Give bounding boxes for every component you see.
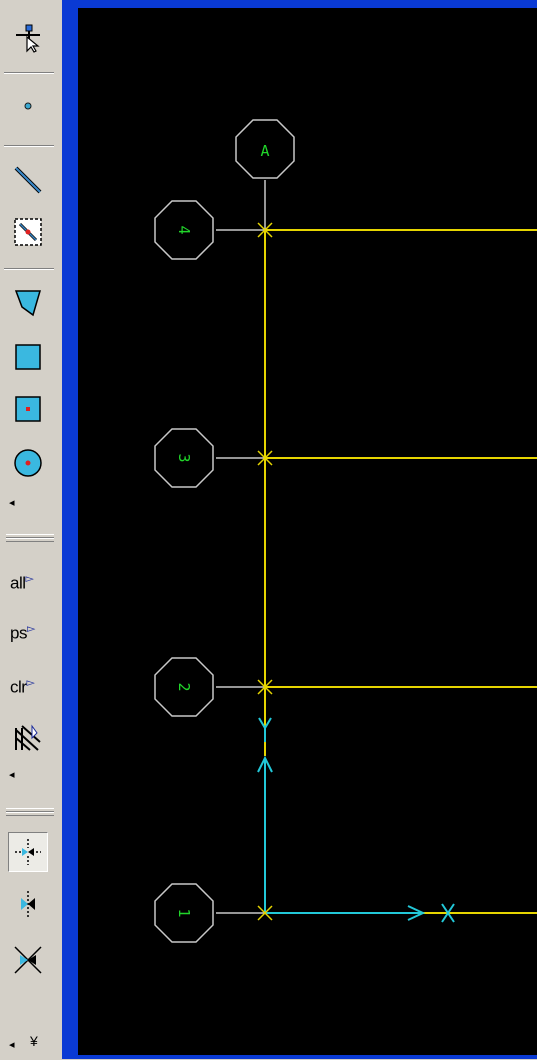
point-button[interactable] — [8, 86, 48, 126]
rectangle-icon — [15, 344, 41, 370]
polygon-button[interactable] — [8, 282, 48, 322]
rectangle-center-icon — [15, 396, 41, 422]
line-select-box-icon — [14, 218, 42, 246]
select-pointer-button[interactable] — [8, 18, 48, 58]
rectangle-button[interactable] — [8, 337, 48, 377]
row-bubble-2[interactable]: 2 — [154, 657, 214, 717]
flag-cursor-icon: ▻ — [25, 573, 34, 585]
hatch-select-button[interactable] — [8, 718, 48, 758]
rectangle-center-button[interactable] — [8, 389, 48, 429]
grid-drawing: A 4 3 2 1 — [154, 119, 537, 943]
select-ps-label: ps — [10, 623, 27, 643]
toolbar-separator — [4, 145, 54, 147]
circle-center-icon — [14, 449, 42, 477]
drawing-canvas[interactable]: A 4 3 2 1 — [78, 8, 537, 1055]
snap-cross-icon — [14, 946, 42, 974]
column-bubble-label: A — [260, 142, 269, 160]
row-bubble-label: 1 — [175, 908, 193, 917]
row-bubble-label: 4 — [175, 225, 193, 234]
line-select-box-button[interactable] — [8, 212, 48, 252]
toolbar-more-arrow-icon[interactable]: ◂ — [9, 1040, 15, 1051]
flag-cursor-icon: ▻ — [26, 677, 35, 689]
toolbar-separator — [4, 72, 54, 74]
line-icon — [14, 166, 42, 194]
toolbar-overflow-chevron-icon[interactable]: ¥ — [30, 1034, 38, 1048]
snap-endpoint-button[interactable] — [8, 884, 48, 924]
row-bubble-label: 3 — [175, 453, 193, 462]
flag-cursor-icon: ▻ — [26, 623, 35, 635]
point-icon — [24, 102, 32, 110]
select-all-button[interactable]: all▻ — [10, 572, 34, 594]
toolbar-more-arrow-icon[interactable]: ◂ — [9, 498, 15, 509]
toolbar-more-arrow-icon[interactable]: ◂ — [9, 770, 15, 781]
toolbar-grip[interactable] — [6, 808, 54, 816]
toolbar-grip[interactable] — [6, 534, 54, 542]
snap-intersection-button[interactable] — [8, 832, 48, 872]
row-bubble-label: 2 — [175, 682, 193, 691]
row-bubble-4[interactable]: 4 — [154, 200, 214, 260]
snap-cross-button[interactable] — [8, 940, 48, 980]
select-clr-button[interactable]: clr▻ — [10, 676, 35, 698]
partial-tool-button[interactable] — [8, 0, 48, 12]
hatch-select-icon — [15, 724, 41, 751]
select-clr-label: clr — [10, 677, 27, 697]
select-pointer-icon — [16, 24, 40, 53]
snap-endpoint-icon — [21, 891, 35, 917]
column-bubble-a[interactable]: A — [235, 119, 295, 179]
polygon-icon — [14, 290, 41, 317]
row-bubble-3[interactable]: 3 — [154, 428, 214, 488]
snap-intersection-icon — [15, 839, 41, 865]
select-all-label: all — [10, 573, 26, 593]
drawing-toolbar: ◂ all▻ ps▻ clr▻ ◂ ◂ ¥ — [0, 0, 62, 1059]
circle-center-button[interactable] — [8, 443, 48, 483]
select-ps-button[interactable]: ps▻ — [10, 622, 35, 644]
line-button[interactable] — [8, 160, 48, 200]
toolbar-separator — [4, 268, 54, 270]
row-bubble-1[interactable]: 1 — [154, 883, 214, 943]
